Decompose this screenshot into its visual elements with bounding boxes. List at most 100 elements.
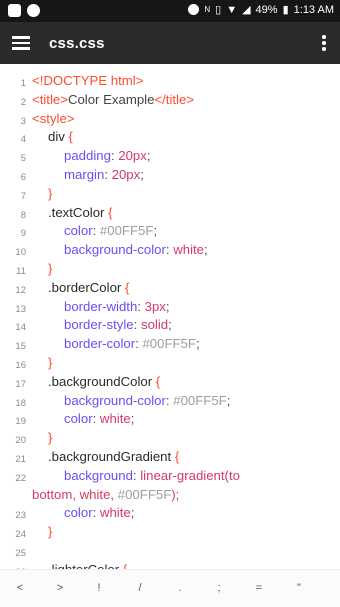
code-line[interactable]: 26.lighterColor { [0, 561, 340, 569]
code-line[interactable]: 19 color: white; [0, 410, 340, 428]
code-text[interactable]: <title>Color Example</title> [32, 91, 194, 109]
symbol-key[interactable]: = [247, 576, 271, 600]
code-line[interactable]: 20} [0, 429, 340, 447]
code-token: ; [165, 298, 170, 314]
status-icons: N ▯ ▼ ◢ 49% ▮ 1:13 AM [188, 3, 334, 16]
code-text[interactable]: border-width: 3px; [64, 298, 170, 316]
code-line[interactable]: 4 div { [0, 128, 340, 146]
symbol-key[interactable]: / [128, 576, 152, 600]
symbol-key[interactable]: < [8, 576, 32, 600]
code-editor[interactable]: 1 <!DOCTYPE html> 2 <title>Color Example</t… [0, 64, 340, 569]
code-line[interactable]: 12 .borderColor { [0, 279, 340, 297]
code-token: border-width [64, 298, 138, 314]
code-token: color [64, 411, 93, 427]
overflow-menu-icon[interactable] [318, 34, 330, 52]
code-token: ); [171, 486, 180, 502]
code-line[interactable]: 13 border-width: 3px; [0, 298, 340, 316]
code-text[interactable]: } [48, 260, 52, 278]
code-token: : [92, 505, 100, 521]
symbol-key[interactable]: . [168, 576, 192, 600]
code-text[interactable]: <style> [32, 110, 75, 128]
code-text[interactable]: padding: 20px; [64, 147, 151, 165]
code-text[interactable]: } [48, 185, 52, 203]
signal-icon: ◢ [242, 4, 251, 16]
symbol-key[interactable]: > [48, 576, 72, 600]
code-line[interactable]: 3 <style> [0, 110, 340, 128]
code-line[interactable]: 9 color: #00FF5F; [0, 222, 340, 240]
code-line[interactable]: 11} [0, 260, 340, 278]
code-line[interactable]: 8 .textColor { [0, 204, 340, 222]
code-token: ; [130, 411, 135, 427]
code-token: border-color [64, 336, 136, 352]
clock: 1:13 AM [293, 3, 334, 16]
code-line[interactable]: 18 background-color: #00FF5F; [0, 392, 340, 410]
code-line[interactable]: 15 border-color: #00FF5F; [0, 335, 340, 353]
code-text[interactable]: background-color: #00FF5F; [64, 392, 230, 410]
code-line[interactable]: 23 color: white; [0, 504, 340, 522]
code-text[interactable]: border-style: solid; [64, 316, 172, 334]
code-line[interactable]: 14 border-style: solid; [0, 316, 340, 334]
code-text[interactable]: } [48, 523, 52, 541]
code-token: } [48, 430, 53, 446]
code-line[interactable]: 7} [0, 185, 340, 203]
code-token: .backgroundGradient [48, 449, 175, 464]
code-token: { [68, 129, 73, 145]
code-text[interactable]: <!DOCTYPE html> [32, 72, 143, 90]
code-token: ; [140, 167, 144, 182]
code-token: ; [204, 242, 208, 258]
code-line[interactable]: 22 background: linear-gradient(to [0, 467, 340, 485]
code-line[interactable]: 21 .backgroundGradient { [0, 448, 340, 466]
code-text[interactable]: div { [48, 128, 73, 146]
code-token: #00FF5F [173, 392, 227, 408]
code-token: #00FF5F [99, 223, 154, 239]
code-token: color [64, 223, 93, 239]
code-text[interactable]: color: white; [64, 410, 134, 428]
code-token: 3px [144, 298, 166, 314]
code-line[interactable]: 5 padding: 20px; [0, 147, 340, 165]
code-token: border-style [64, 317, 134, 333]
code-text[interactable]: background: linear-gradient(to [64, 467, 240, 485]
code-token: Color Example [67, 91, 155, 107]
code-token: ; [130, 505, 135, 521]
code-line[interactable]: bottom, white, #00FF5F); [0, 486, 340, 504]
code-token: color [64, 505, 93, 521]
code-line[interactable]: 17 .backgroundColor { [0, 373, 340, 391]
code-text[interactable]: .textColor { [48, 204, 113, 222]
wifi-icon: ▼ [226, 3, 238, 16]
code-line[interactable]: 24} [0, 523, 340, 541]
code-token: { [155, 373, 161, 389]
symbol-key[interactable]: " [287, 576, 311, 600]
code-text[interactable]: color: #00FF5F; [64, 222, 157, 240]
code-text[interactable]: } [48, 429, 52, 447]
code-line[interactable]: 10 background-color: white; [0, 241, 340, 259]
code-token: background [64, 467, 133, 483]
symbol-key[interactable]: ; [207, 576, 231, 600]
code-line[interactable]: 6 margin: 20px; [0, 166, 340, 184]
code-line[interactable]: 1 <!DOCTYPE html> [0, 72, 340, 90]
code-text[interactable]: border-color: #00FF5F; [64, 335, 200, 353]
code-text[interactable]: .backgroundGradient { [48, 448, 179, 466]
code-line[interactable]: 2 <title>Color Example</title> [0, 91, 340, 109]
code-token: { [174, 449, 180, 464]
code-token: : [92, 223, 100, 239]
symbol-key[interactable]: ! [87, 576, 111, 600]
code-text[interactable]: } [48, 354, 52, 372]
code-text[interactable]: .backgroundColor { [48, 373, 160, 391]
code-text[interactable]: .lighterColor { [48, 561, 127, 569]
code-text[interactable]: background-color: white; [64, 241, 208, 259]
code-token: 20px [118, 148, 147, 164]
code-text[interactable]: bottom, white, #00FF5F); [32, 486, 179, 504]
menu-icon[interactable] [12, 34, 32, 52]
code-token: .lighterColor [48, 562, 123, 569]
code-token: <title> [32, 91, 68, 107]
code-text[interactable]: margin: 20px; [64, 166, 144, 184]
code-text[interactable]: color: white; [64, 504, 134, 522]
file-title: css.css [49, 35, 105, 52]
code-text[interactable]: .borderColor { [48, 279, 129, 297]
notification-icons [8, 4, 40, 17]
code-token: } [48, 355, 53, 370]
code-token: margin [64, 167, 105, 182]
code-line[interactable]: 25 [0, 542, 340, 560]
code-token: padding [64, 148, 111, 164]
code-line[interactable]: 16} [0, 354, 340, 372]
